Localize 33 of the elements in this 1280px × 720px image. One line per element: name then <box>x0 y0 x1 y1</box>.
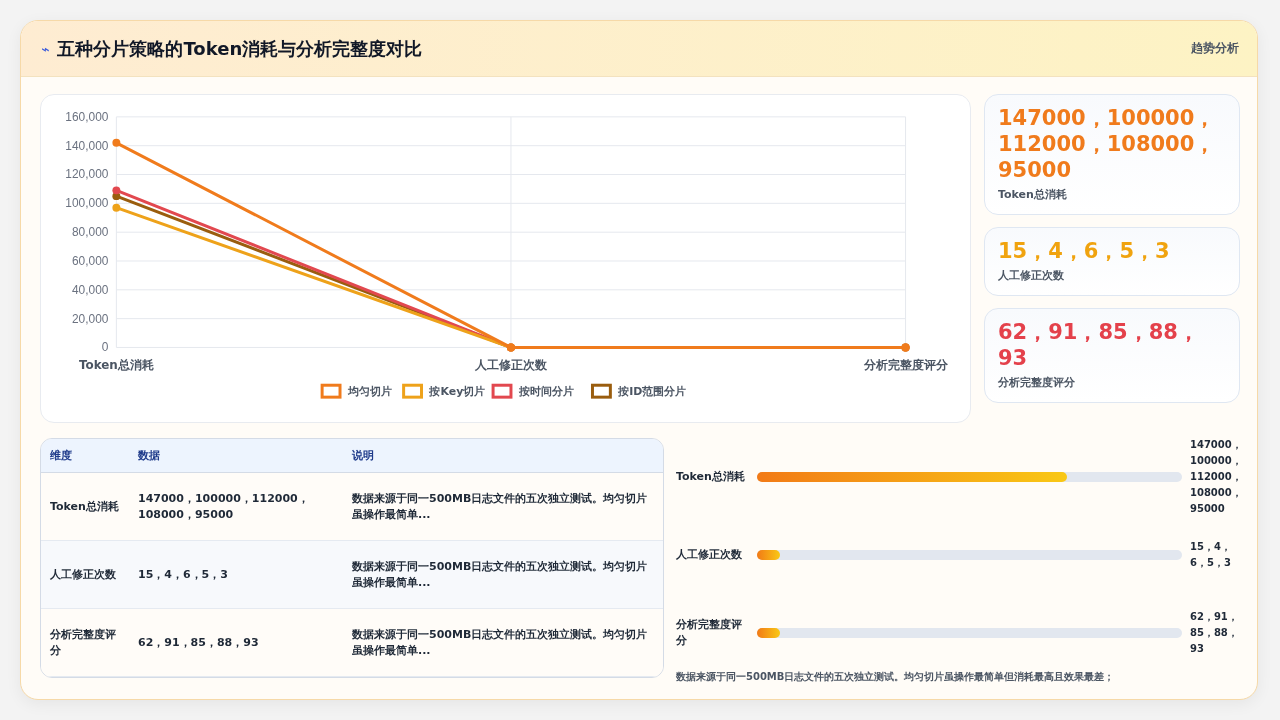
y-tick-label: 40,000 <box>72 282 109 297</box>
stat-value: 62，91，85，88，93 <box>998 319 1200 371</box>
page-title: 五种分片策略的Token消耗与分析完整度对比 <box>57 36 424 61</box>
table-cell: 15，4，6，5，3 <box>129 541 343 609</box>
bar-value: 62，91，85，88，93 <box>1190 610 1239 656</box>
y-tick-label: 80,000 <box>72 225 109 240</box>
y-tick-label: 20,000 <box>72 311 109 326</box>
bar-label: 人工修正次数 <box>676 547 743 563</box>
stat-value: 147000，100000，112000，108000，95000 <box>998 105 1217 183</box>
column-header: 数据 <box>129 439 343 473</box>
note-text: 数据来源于同一500MB日志文件的五次独立测试。均匀切片虽操作最简单但消耗最高且效果最差； <box>676 670 1116 684</box>
x-tick-label: 人工修正次数 <box>474 358 547 373</box>
stat-value: 15，4，6，5，3 <box>998 238 1171 264</box>
x-tick-label: 分析完整度评分 <box>863 358 948 373</box>
bar-value: 15，4，6，5，3 <box>1190 540 1232 570</box>
y-tick-label: 100,000 <box>65 196 109 211</box>
table-cell: 数据来源于同一500MB日志文件的五次独立测试。均匀切片虽操作最简单... <box>343 541 663 609</box>
y-tick-label: 160,000 <box>65 109 109 124</box>
stat-label: Token总消耗 <box>998 187 1068 202</box>
stat-label: 人工修正次数 <box>998 268 1065 283</box>
bar-label: Token总消耗 <box>676 469 746 485</box>
bar-value: 147000，100000，112000，108000，95000 <box>1190 438 1240 516</box>
y-tick-label: 140,000 <box>65 138 109 153</box>
lightning-icon: ⌁ <box>41 40 50 57</box>
table-cell: 人工修正次数 <box>41 541 129 609</box>
stat-label: 分析完整度评分 <box>998 375 1076 390</box>
column-header: 说明 <box>343 439 663 473</box>
y-tick-label: 120,000 <box>65 167 109 182</box>
y-tick-label: 60,000 <box>72 253 109 268</box>
bar-label: 分析完整度评分 <box>676 617 743 649</box>
y-tick-label: 0 <box>101 340 109 355</box>
column-header: 维度 <box>41 439 129 473</box>
x-tick-label: Token总消耗 <box>78 358 154 373</box>
